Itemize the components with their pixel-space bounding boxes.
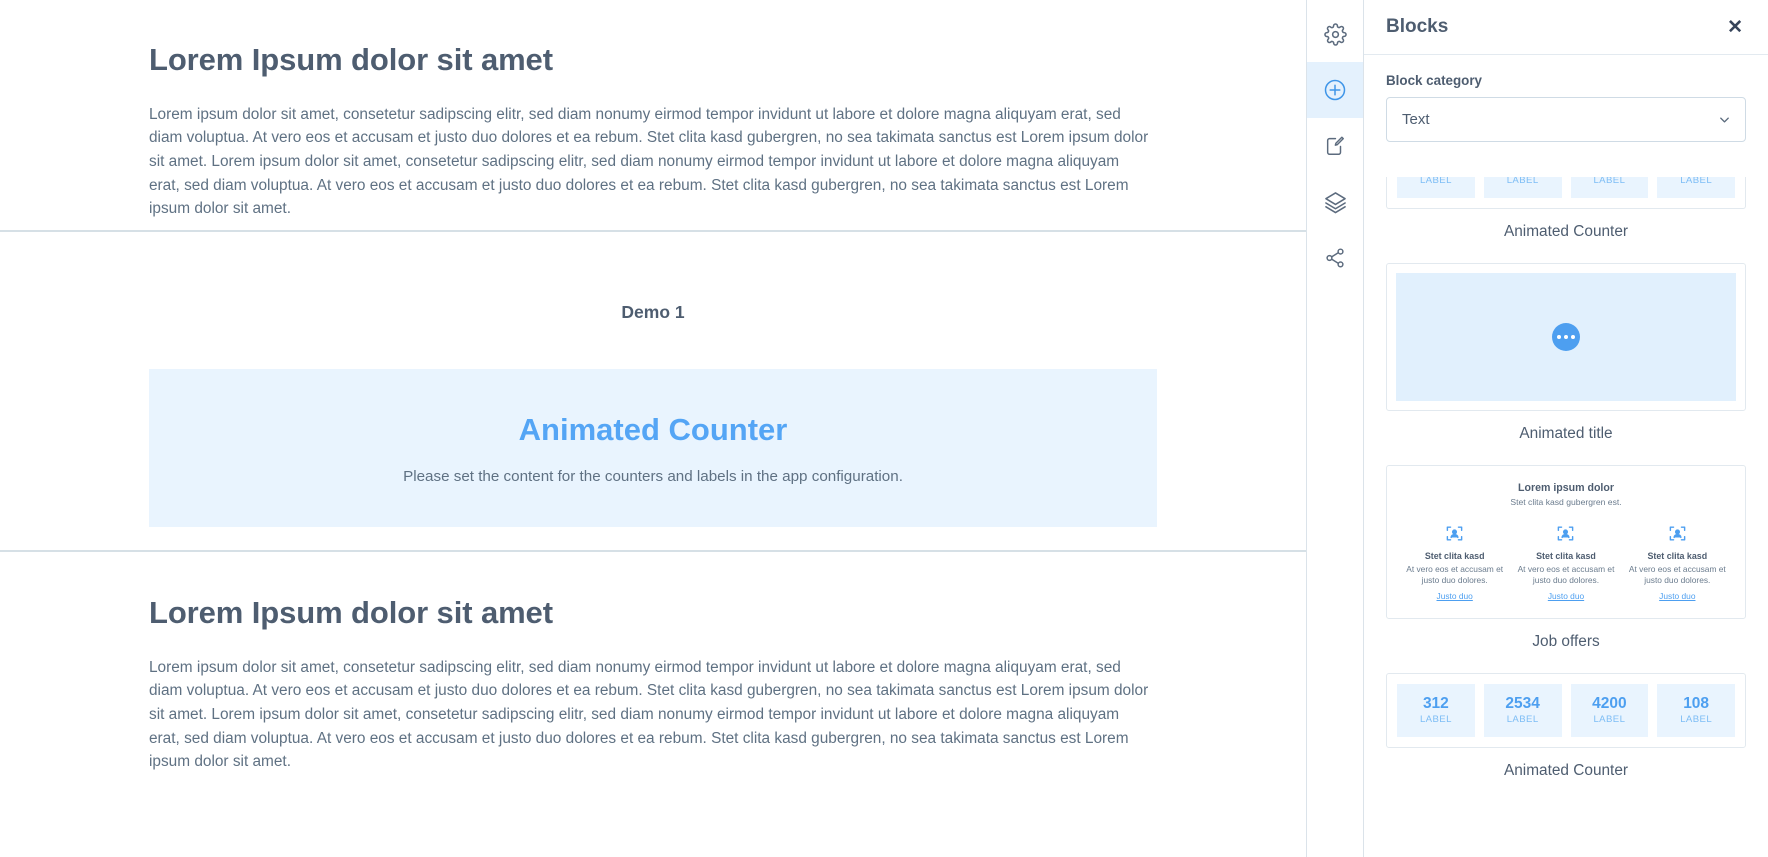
placeholder-subtitle: Please set the content for the counters … — [403, 467, 903, 485]
block-name: Animated Counter — [1503, 762, 1629, 780]
block-entry[interactable]: 312 LABEL 2534 LABEL 4200 LABEL 108 LABE… — [1386, 673, 1746, 780]
content-section-top: Lorem Ipsum dolor sit amet Lorem ipsum d… — [0, 0, 1306, 232]
close-icon[interactable]: ✕ — [1727, 18, 1743, 37]
section-paragraph-bottom: Lorem ipsum dolor sit amet, consetetur s… — [149, 658, 1149, 771]
job-offer-link[interactable]: Justo duo — [1548, 591, 1584, 601]
job-offer-column: Stet clita kasd At vero eos et accusam e… — [1622, 524, 1733, 604]
blocks-panel: Blocks ✕ Block category Text LABEL LABEL… — [1364, 0, 1768, 857]
document-edit-icon — [1324, 135, 1346, 157]
counter-label: LABEL — [1419, 177, 1452, 186]
layers-icon — [1324, 191, 1347, 214]
dot — [1557, 335, 1561, 339]
animated-counter-placeholder[interactable]: Animated Counter Please set the content … — [149, 369, 1157, 527]
animated-title-canvas — [1396, 273, 1736, 401]
person-scan-icon — [1405, 524, 1504, 543]
panel-body: Block category Text LABEL LABEL LABEL LA… — [1364, 55, 1768, 857]
gear-icon — [1323, 22, 1347, 46]
section-paragraph-top: Lorem ipsum dolor sit amet, consetetur s… — [149, 105, 1149, 218]
block-entry[interactable]: Lorem ipsum dolor Stet clita kasd guberg… — [1386, 465, 1746, 651]
counter-label: LABEL — [1680, 714, 1713, 726]
counter-label: LABEL — [1593, 714, 1626, 726]
dot — [1564, 335, 1568, 339]
job-offer-link[interactable]: Justo duo — [1437, 591, 1473, 601]
counter-label: LABEL — [1593, 177, 1626, 186]
block-name: Animated title — [1519, 425, 1613, 442]
counter-value: 312 — [1422, 695, 1449, 712]
job-offer-heading: Stet clita kasd — [1424, 551, 1485, 561]
block-category-field: Block category Text — [1364, 55, 1768, 142]
panel-title: Blocks — [1386, 16, 1449, 37]
chevron-down-icon — [1717, 112, 1732, 127]
counter-cell: 4200 LABEL — [1570, 684, 1649, 738]
block-entry[interactable]: LABEL LABEL LABEL LABEL Animated Counter — [1386, 177, 1746, 241]
block-preview-job-offers[interactable]: Lorem ipsum dolor Stet clita kasd guberg… — [1386, 465, 1746, 619]
page-canvas: Lorem Ipsum dolor sit amet Lorem ipsum d… — [0, 0, 1306, 857]
plus-circle-icon — [1323, 78, 1347, 102]
share-icon — [1324, 247, 1346, 269]
job-offers-columns: Stet clita kasd At vero eos et accusam e… — [1399, 524, 1733, 604]
content-section-bottom: Lorem Ipsum dolor sit amet Lorem ipsum d… — [0, 552, 1306, 857]
counter-cell: LABEL — [1483, 177, 1562, 198]
demo-title: Demo 1 — [621, 302, 685, 322]
counter-value: 4200 — [1592, 695, 1627, 712]
block-category-label: Block category — [1386, 73, 1483, 88]
job-offer-column: Stet clita kasd At vero eos et accusam e… — [1399, 524, 1510, 604]
job-offer-heading: Stet clita kasd — [1536, 551, 1596, 561]
job-offers-subtitle: Stet clita kasd gubergren est. — [1510, 497, 1622, 507]
counter-value: 2534 — [1505, 695, 1540, 712]
page-title: Lorem Ipsum dolor sit amet — [149, 42, 553, 77]
counter-cell: LABEL — [1657, 177, 1735, 198]
job-offer-text: At vero eos et accusam et justo duo dolo… — [1517, 564, 1615, 585]
counter-value: 108 — [1683, 695, 1710, 712]
sidebar-item-add-block[interactable] — [1307, 62, 1363, 118]
job-offer-heading: Stet clita kasd — [1647, 551, 1708, 561]
counter-label: LABEL — [1680, 177, 1713, 186]
counter-cell: 2534 LABEL — [1483, 684, 1562, 738]
sidebar-item-layers[interactable] — [1307, 174, 1363, 230]
panel-header: Blocks ✕ — [1364, 0, 1768, 55]
ellipsis-icon — [1552, 323, 1580, 351]
block-preview-animated-counter-top[interactable]: LABEL LABEL LABEL LABEL — [1386, 177, 1746, 209]
job-offer-text: At vero eos et accusam et justo duo dolo… — [1406, 564, 1504, 585]
job-offer-link[interactable]: Justo duo — [1659, 591, 1695, 601]
block-category-value: Text — [1402, 111, 1430, 128]
block-name: Animated Counter — [1503, 223, 1629, 240]
counter-preview: 312 LABEL 2534 LABEL 4200 LABEL 108 LABE… — [1387, 674, 1745, 747]
blocks-list[interactable]: LABEL LABEL LABEL LABEL Animated Counter… — [1364, 177, 1768, 857]
sidebar-item-edit-content[interactable] — [1307, 118, 1363, 174]
counter-preview: LABEL LABEL LABEL LABEL — [1387, 177, 1745, 208]
person-scan-icon — [1516, 524, 1615, 543]
counter-label: LABEL — [1506, 177, 1539, 186]
section-heading-bottom: Lorem Ipsum dolor sit amet — [149, 595, 553, 630]
block-entry[interactable]: Animated title — [1386, 263, 1746, 443]
counter-cell: LABEL — [1570, 177, 1649, 198]
sidebar-item-share[interactable] — [1307, 230, 1363, 286]
block-category-select[interactable]: Text — [1386, 97, 1746, 142]
person-scan-icon — [1628, 524, 1727, 543]
app-root: Lorem Ipsum dolor sit amet Lorem ipsum d… — [0, 0, 1768, 857]
block-preview-animated-title[interactable] — [1386, 263, 1746, 411]
placeholder-title: Animated Counter — [518, 412, 788, 448]
dot — [1571, 335, 1575, 339]
job-offer-column: Stet clita kasd At vero eos et accusam e… — [1510, 524, 1621, 604]
counter-cell: LABEL — [1397, 177, 1475, 198]
editor-icon-rail — [1306, 0, 1364, 857]
demo-section: Demo 1 Animated Counter Please set the c… — [0, 232, 1306, 552]
sidebar-item-settings[interactable] — [1307, 6, 1363, 62]
job-offers-title: Lorem ipsum dolor — [1518, 482, 1614, 494]
counter-label: LABEL — [1506, 714, 1539, 726]
counter-label: LABEL — [1419, 714, 1452, 726]
block-preview-animated-counter[interactable]: 312 LABEL 2534 LABEL 4200 LABEL 108 LABE… — [1386, 673, 1746, 749]
counter-cell: 312 LABEL — [1397, 684, 1475, 738]
counter-cell: 108 LABEL — [1657, 684, 1735, 738]
block-name: Job offers — [1532, 633, 1600, 650]
job-offer-text: At vero eos et accusam et justo duo dolo… — [1628, 564, 1726, 585]
